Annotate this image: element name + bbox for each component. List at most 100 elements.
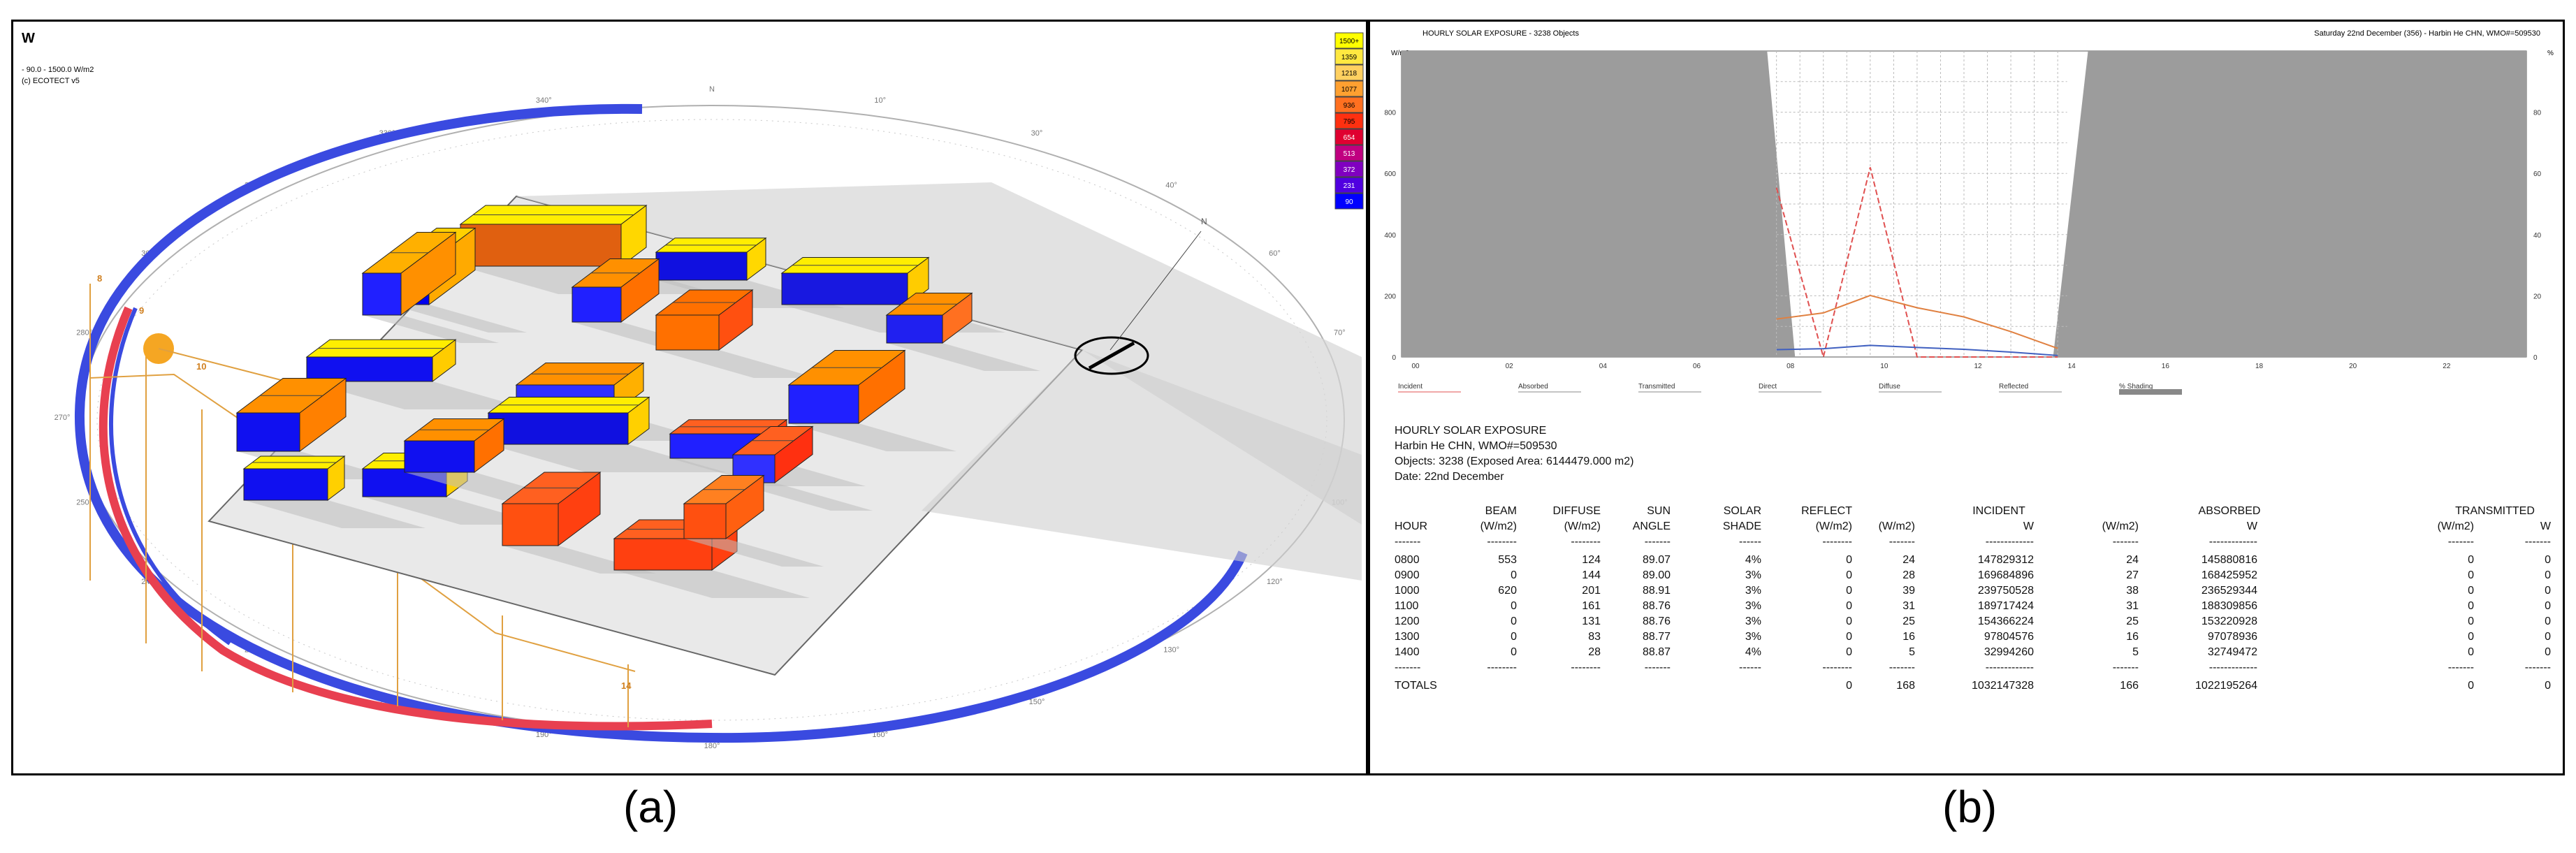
- separator: -------: [2113, 536, 2139, 548]
- column-header: SOLAR: [1724, 505, 1761, 517]
- report-cell: 0: [2468, 600, 2474, 612]
- x-tick-label: 10: [1880, 363, 1889, 370]
- chart-legend-label: Direct: [1759, 383, 1777, 391]
- hourly-exposure-chart: 00 02 04 06 08 10 12 14 16 18 20 22 0 200 400 600 800 0 20…: [1384, 50, 2542, 370]
- column-header: (W/m2): [1480, 520, 1517, 532]
- report-cell: 24: [2126, 554, 2139, 566]
- report-total: 0: [1846, 680, 1852, 692]
- separator: --------: [1487, 662, 1517, 673]
- report-cell: 0: [1846, 615, 1852, 627]
- legend-label: 90: [1345, 198, 1353, 206]
- compass-label: 130°: [1163, 646, 1179, 654]
- x-tick-label: 18: [2255, 363, 2264, 370]
- report-cell: 4%: [1745, 554, 1761, 566]
- report-cell: 0: [2545, 554, 2551, 566]
- y-right-tick-label: 80: [2533, 110, 2542, 117]
- report-cell: 97078936: [2208, 631, 2257, 643]
- report-total: 0: [2545, 680, 2551, 692]
- report-cell: 169684896: [1978, 569, 2034, 581]
- corner-label: W: [22, 31, 35, 46]
- site-model-viewport[interactable]: W - 90.0 - 1500.0 W/m2 (c) ECOTECT v5 N 1…: [13, 22, 1366, 773]
- compass-label: 60°: [1269, 249, 1281, 258]
- report-cell: 83: [1588, 631, 1601, 643]
- y-right-tick-label: 40: [2533, 232, 2542, 240]
- separator: -------------: [1986, 662, 2034, 673]
- separator: -------: [2525, 536, 2551, 548]
- legend-label: 1218: [1341, 70, 1358, 78]
- report-cell: 0: [2468, 585, 2474, 597]
- building-wall: [404, 440, 475, 473]
- y-tick-label: 0: [1392, 354, 1396, 362]
- compass-label: 40°: [1165, 182, 1177, 190]
- legend-label: 936: [1344, 102, 1355, 110]
- report-cell: 97804576: [1984, 631, 2034, 643]
- report-cell: 144: [1582, 569, 1601, 581]
- report-cell: 25: [2126, 615, 2139, 627]
- report-cell: 1400: [1395, 646, 1420, 658]
- column-header: DIFFUSE: [1553, 505, 1601, 517]
- chart-legend-label: Reflected: [1999, 383, 2028, 391]
- report-cell: 553: [1498, 554, 1517, 566]
- group-header-absorbed: ABSORBED: [2199, 505, 2261, 517]
- report-cell: 168425952: [2202, 569, 2257, 581]
- separator: -------: [2448, 536, 2474, 548]
- report-cell: 0: [2468, 646, 2474, 658]
- column-header: (W/m2): [2102, 520, 2139, 532]
- report-cell: 28: [1588, 646, 1601, 658]
- separator: --------: [1571, 662, 1601, 673]
- building-wall: [460, 224, 622, 267]
- report-cell: 4%: [1745, 646, 1761, 658]
- report-cell: 0: [1846, 554, 1852, 566]
- separator: -------: [1395, 536, 1420, 548]
- building-wall: [655, 314, 720, 351]
- caption-a: (a): [623, 782, 678, 832]
- report-cell: 0: [1846, 585, 1852, 597]
- report-cell: 1200: [1395, 615, 1420, 627]
- report-cell: 1000: [1395, 585, 1420, 597]
- report-cell: 0900: [1395, 569, 1420, 581]
- y-axis-right-unit: %: [2547, 50, 2554, 57]
- report-cell: 0800: [1395, 554, 1420, 566]
- chart-legend-label: Diffuse: [1879, 383, 1900, 391]
- color-legend: 1500+ 1359 1218 1077 936 795 654 513 372 231 90: [1334, 32, 1364, 210]
- report-cell: 0: [1511, 569, 1517, 581]
- report-cell: 88.87: [1643, 646, 1671, 658]
- sun-hour-label: 10: [196, 361, 206, 372]
- separator: -------: [1645, 662, 1671, 673]
- report-cell: 0: [2545, 585, 2551, 597]
- report-cell: 24: [1902, 554, 1915, 566]
- legend-label: 654: [1344, 134, 1355, 142]
- separator: --------: [1571, 536, 1601, 548]
- report-cell: 89.07: [1643, 554, 1671, 566]
- report-cell: 0: [1511, 615, 1517, 627]
- x-tick-label: 00: [1411, 363, 1420, 370]
- building-wall: [572, 286, 622, 323]
- report-cell: 3%: [1745, 585, 1761, 597]
- report-cell: 88.91: [1643, 585, 1671, 597]
- report-cell: 189717424: [1978, 600, 2034, 612]
- separator: -------: [2525, 662, 2551, 673]
- report-cell: 0: [1511, 600, 1517, 612]
- report-cell: 5: [2132, 646, 2139, 658]
- x-tick-label: 20: [2349, 363, 2357, 370]
- caption-b: (b): [1942, 782, 1998, 832]
- report-total: TOTALS: [1395, 680, 1437, 692]
- x-tick-label: 12: [1974, 363, 1982, 370]
- sun-hour-label: 8: [97, 273, 102, 284]
- y-right-tick-label: 60: [2533, 170, 2542, 178]
- report-cell: 27: [2126, 569, 2139, 581]
- separator: -------: [1645, 536, 1671, 548]
- separator: -------------: [1986, 536, 2034, 548]
- report-cell: 0: [1846, 631, 1852, 643]
- report-cell: 239750528: [1978, 585, 2034, 597]
- separator: -------: [2113, 662, 2139, 673]
- y-tick-label: 400: [1384, 232, 1396, 240]
- building-wall: [613, 538, 713, 571]
- separator: -------: [1889, 662, 1915, 673]
- building-wall: [243, 468, 328, 501]
- column-header: BEAM: [1485, 505, 1517, 517]
- separator: -------------: [2209, 536, 2257, 548]
- sun-hour-label: 9: [139, 305, 144, 316]
- report-total: 166: [2120, 680, 2139, 692]
- x-tick-label: 08: [1787, 363, 1795, 370]
